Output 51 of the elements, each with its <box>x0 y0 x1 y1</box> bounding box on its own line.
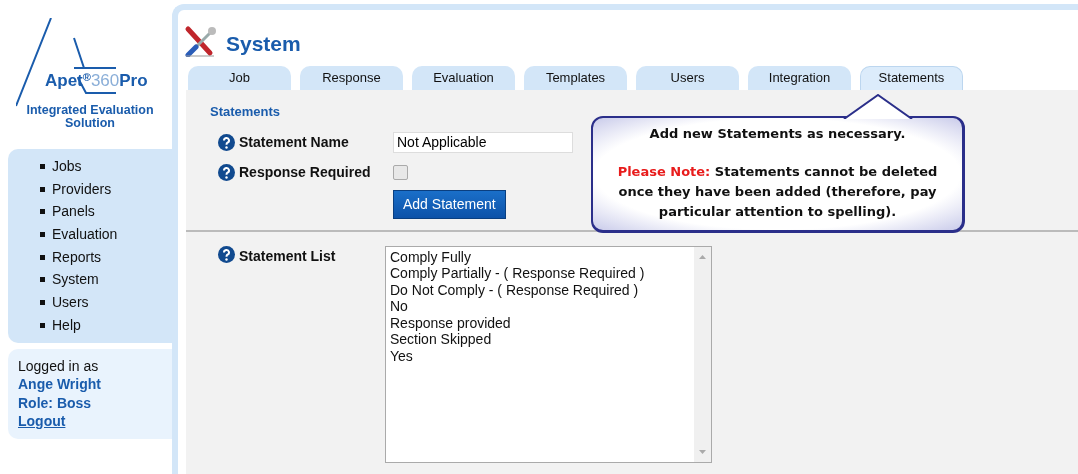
nav-link[interactable]: Users <box>52 291 89 313</box>
nav-link[interactable]: Providers <box>52 178 112 200</box>
tab[interactable]: Templates <box>524 65 627 90</box>
nav-link[interactable]: Panels <box>52 201 95 223</box>
nav-link[interactable]: Help <box>52 314 81 336</box>
list-option[interactable]: Yes <box>390 348 690 365</box>
list-option[interactable]: Response provided <box>390 314 690 332</box>
tab[interactable]: Job <box>188 65 291 90</box>
bullet-icon <box>40 254 45 260</box>
tab[interactable]: Users <box>636 65 739 90</box>
nav-link[interactable]: Reports <box>52 246 102 268</box>
field-label: Statement Name <box>239 133 349 152</box>
logo-tagline: Integrated Evaluation Solution <box>25 104 155 131</box>
section-heading: Statements <box>210 102 281 121</box>
list-option[interactable]: Comply Partially - ( Response Required ) <box>390 265 690 282</box>
help-icon[interactable] <box>218 134 235 151</box>
list-option[interactable]: Do Not Comply - ( Response Required ) <box>390 281 690 299</box>
tab[interactable]: Evaluation <box>412 65 515 90</box>
field-label: Response Required <box>239 163 371 182</box>
response-required-checkbox[interactable] <box>393 165 408 180</box>
tab[interactable]: Response <box>300 65 403 90</box>
tab[interactable]: Statements <box>860 65 963 90</box>
user-name: Ange Wright <box>18 375 102 394</box>
tab[interactable]: Integration <box>748 65 851 90</box>
nav-link[interactable]: System <box>52 269 99 291</box>
help-icon[interactable] <box>218 164 235 181</box>
callout-note: Please Note: Statements cannot be deleted once they have been added (therefore, pay particular attention to spelling). <box>616 162 939 221</box>
statement-name-field[interactable]: Not Applicable <box>393 132 573 153</box>
logout-link[interactable]: Logout <box>18 413 66 429</box>
statement-listbox[interactable]: Comply Fully Comply Partially - ( Response Required ) Do Not Comply - ( Response Required ) No Response provided Section Skipped Yes <box>385 245 712 463</box>
nav-link[interactable]: Jobs <box>52 155 82 177</box>
bullet-icon <box>40 209 45 215</box>
bullet-icon <box>40 163 45 169</box>
list-option[interactable]: No <box>390 298 690 315</box>
bullet-icon <box>40 186 45 192</box>
callout-text: Add new Statements as necessary. <box>648 124 907 143</box>
add-statement-button[interactable]: Add Statement <box>393 189 506 219</box>
bullet-icon <box>40 231 45 237</box>
tools-icon <box>184 24 218 57</box>
user-role: Role: Boss <box>18 393 93 412</box>
page-title: System <box>226 31 301 57</box>
nav-link[interactable]: Evaluation <box>52 223 118 245</box>
help-icon[interactable] <box>218 245 235 263</box>
field-label: Statement List <box>239 246 336 266</box>
bullet-icon <box>40 322 45 328</box>
logged-in-label: Logged in as <box>18 356 100 375</box>
list-option[interactable]: Comply Fully <box>390 248 690 266</box>
bullet-icon <box>40 299 45 305</box>
logo-text: Apet$^{®}$360Pro <box>45 69 148 92</box>
bullet-icon <box>40 277 45 283</box>
list-option[interactable]: Section Skipped <box>390 331 690 349</box>
